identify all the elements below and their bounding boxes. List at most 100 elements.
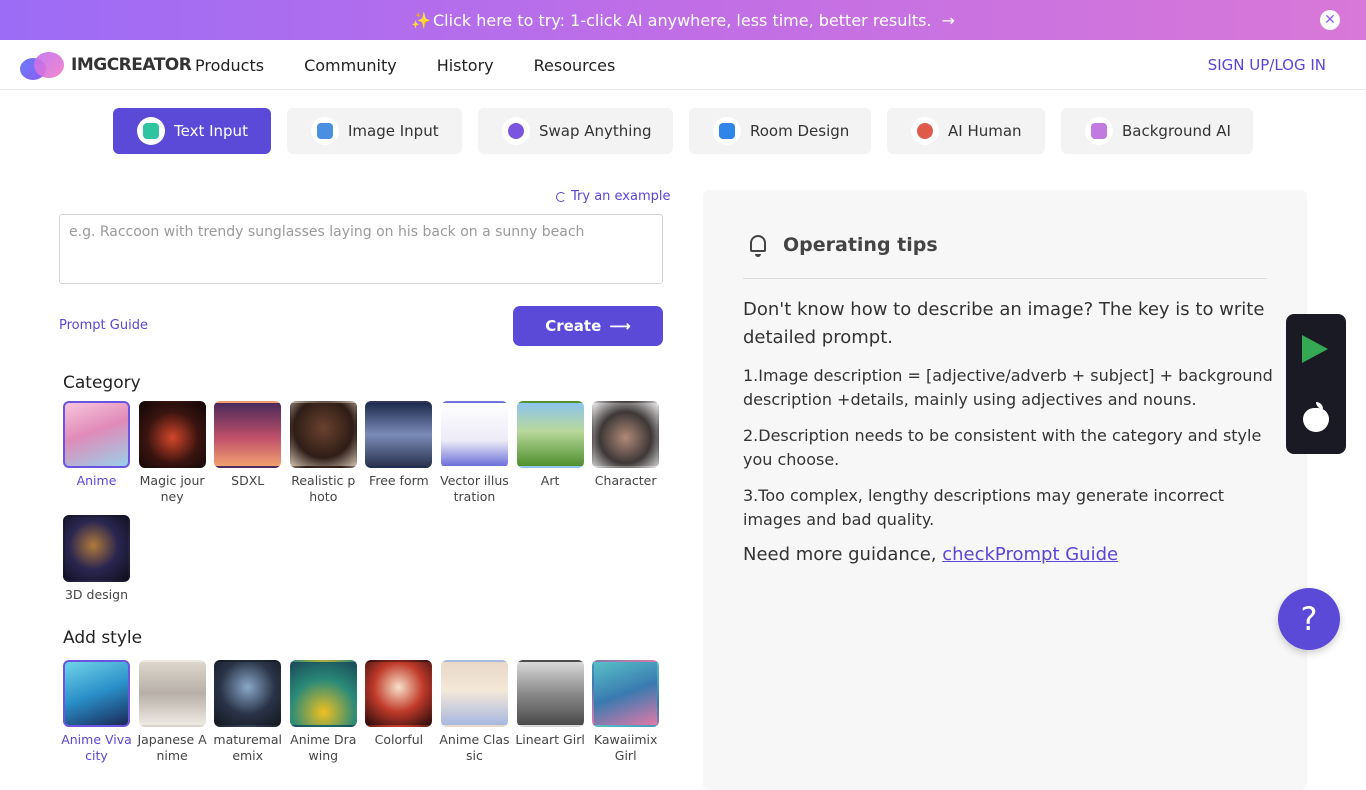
tab-background-ai[interactable]: Background AI — [1061, 108, 1253, 154]
style-grid: Anime Vivacity Japanese Anime maturemale… — [61, 660, 661, 764]
category-item-3d-design[interactable]: 3D design — [61, 515, 132, 603]
apple-icon[interactable] — [1303, 402, 1329, 432]
promo-text[interactable]: Click here to try: 1-click AI anywhere, … — [433, 11, 932, 30]
category-label: Art — [540, 473, 560, 488]
category-thumbnail — [516, 401, 584, 468]
tab-label: Swap Anything — [539, 122, 652, 140]
category-thumbnail — [289, 401, 357, 468]
promo-banner[interactable]: ✨ Click here to try: 1-click AI anywhere… — [0, 0, 1366, 40]
style-item-japanese-anime[interactable]: Japanese Anime — [137, 660, 208, 764]
style-label: Japanese Anime — [137, 732, 207, 763]
arrow-right-icon: → — [941, 10, 955, 30]
style-label: maturemalemix — [213, 732, 282, 763]
create-label: Create — [545, 317, 602, 335]
main-nav: Products Community History Resources — [195, 40, 655, 90]
category-label: Free form — [369, 473, 429, 488]
style-item-kawaiimix-girl[interactable]: Kawaiimix Girl — [590, 660, 661, 764]
prompt-input[interactable] — [59, 214, 663, 284]
style-item-anime-classic[interactable]: Anime Classic — [439, 660, 510, 764]
tab-room-design[interactable]: Room Design — [689, 108, 871, 154]
tip-item: 1.Image description = [adjective/adverb … — [743, 366, 1273, 409]
tips-lead: Don't know how to describe an image? The… — [743, 299, 1265, 348]
arrow-right-icon: ⟶ — [609, 317, 631, 335]
category-item-magic-journey[interactable]: Magic journey — [137, 401, 208, 505]
style-thumbnail — [516, 660, 584, 727]
style-item-maturemalemix[interactable]: maturemalemix — [212, 660, 283, 764]
category-grid: Anime Magic journey SDXL Realistic photo… — [61, 401, 661, 603]
house-icon — [713, 117, 741, 145]
category-item-sdxl[interactable]: SDXL — [212, 401, 283, 505]
category-label: Vector illustration — [440, 473, 509, 504]
tab-text-input[interactable]: Text Input — [113, 108, 271, 154]
style-label: Lineart Girl — [515, 732, 585, 747]
style-thumbnail — [289, 660, 357, 727]
category-label: Character — [594, 473, 657, 488]
style-label: Anime Vivacity — [61, 732, 132, 763]
tab-image-input[interactable]: Image Input — [287, 108, 462, 154]
palette-icon — [502, 117, 530, 145]
tip-item: 2.Description needs to be consistent wit… — [743, 426, 1262, 469]
style-thumbnail — [365, 660, 433, 727]
logo[interactable]: IMGCREATOR — [20, 50, 192, 80]
image-icon — [311, 117, 339, 145]
style-item-colorful[interactable]: Colorful — [363, 660, 434, 764]
try-example-label: Try an example — [571, 189, 671, 204]
nav-history[interactable]: History — [437, 56, 494, 75]
category-label: Anime — [76, 473, 117, 488]
nav-community[interactable]: Community — [304, 56, 397, 75]
tab-label: Room Design — [750, 122, 850, 140]
category-item-anime[interactable]: Anime — [61, 401, 132, 505]
tab-label: Text Input — [174, 122, 248, 140]
tip-item: 3.Too complex, lengthy descriptions may … — [743, 486, 1225, 529]
style-item-lineart-girl[interactable]: Lineart Girl — [515, 660, 586, 764]
category-title: Category — [63, 373, 141, 393]
try-example-link[interactable]: Try an example — [556, 189, 671, 204]
app-store-links — [1286, 314, 1346, 454]
category-thumbnail — [138, 401, 206, 468]
tab-ai-human[interactable]: AI Human — [887, 108, 1045, 154]
create-button[interactable]: Create ⟶ — [513, 306, 663, 346]
nav-products[interactable]: Products — [195, 56, 264, 75]
tips-title: Operating tips — [783, 234, 938, 256]
style-item-anime-drawing[interactable]: Anime Drawing — [288, 660, 359, 764]
category-label: 3D design — [64, 587, 129, 602]
category-item-realistic-photo[interactable]: Realistic photo — [288, 401, 359, 505]
category-label: Realistic photo — [291, 473, 356, 504]
tips-header: Operating tips — [743, 230, 938, 260]
category-item-vector-illustration[interactable]: Vector illustration — [439, 401, 510, 505]
close-icon[interactable]: ✕ — [1320, 10, 1340, 30]
google-play-icon[interactable] — [1302, 335, 1328, 363]
style-label: Anime Classic — [439, 732, 510, 763]
check-prompt-guide-link[interactable]: checkPrompt Guide — [942, 544, 1118, 565]
tab-label: Background AI — [1122, 122, 1231, 140]
style-thumbnail — [214, 660, 282, 727]
category-label: Magic journey — [139, 473, 205, 504]
bell-icon — [743, 230, 773, 260]
refresh-icon — [556, 191, 566, 202]
style-thumbnail — [138, 660, 206, 727]
nav-resources[interactable]: Resources — [534, 56, 616, 75]
category-thumbnail — [63, 401, 130, 468]
site-header: IMGCREATOR Products Community History Re… — [0, 40, 1366, 90]
style-title: Add style — [63, 628, 143, 648]
style-item-anime-vivacity[interactable]: Anime Vivacity — [61, 660, 132, 764]
help-button[interactable]: ? — [1278, 588, 1340, 650]
tab-label: Image Input — [348, 122, 439, 140]
category-thumbnail — [63, 515, 130, 582]
mode-tabs: Text Input Image Input Swap Anything Roo… — [113, 108, 1269, 154]
prompt-guide-link[interactable]: Prompt Guide — [59, 318, 148, 333]
mountain-icon — [1085, 117, 1113, 145]
category-item-art[interactable]: Art — [515, 401, 586, 505]
sparkle-icon: ✨ — [411, 10, 431, 30]
signup-login-link[interactable]: SIGN UP/LOG IN — [1208, 56, 1326, 74]
category-thumbnail — [592, 401, 660, 468]
category-item-free-form[interactable]: Free form — [363, 401, 434, 505]
operating-tips-panel: Operating tips Don't know how to describ… — [703, 190, 1307, 790]
logo-text: IMGCREATOR — [71, 55, 192, 75]
text-input-icon — [137, 117, 165, 145]
category-item-character[interactable]: Character — [590, 401, 661, 505]
tab-swap-anything[interactable]: Swap Anything — [478, 108, 673, 154]
face-icon — [911, 117, 939, 145]
style-thumbnail — [63, 660, 130, 727]
category-label: SDXL — [231, 473, 265, 488]
